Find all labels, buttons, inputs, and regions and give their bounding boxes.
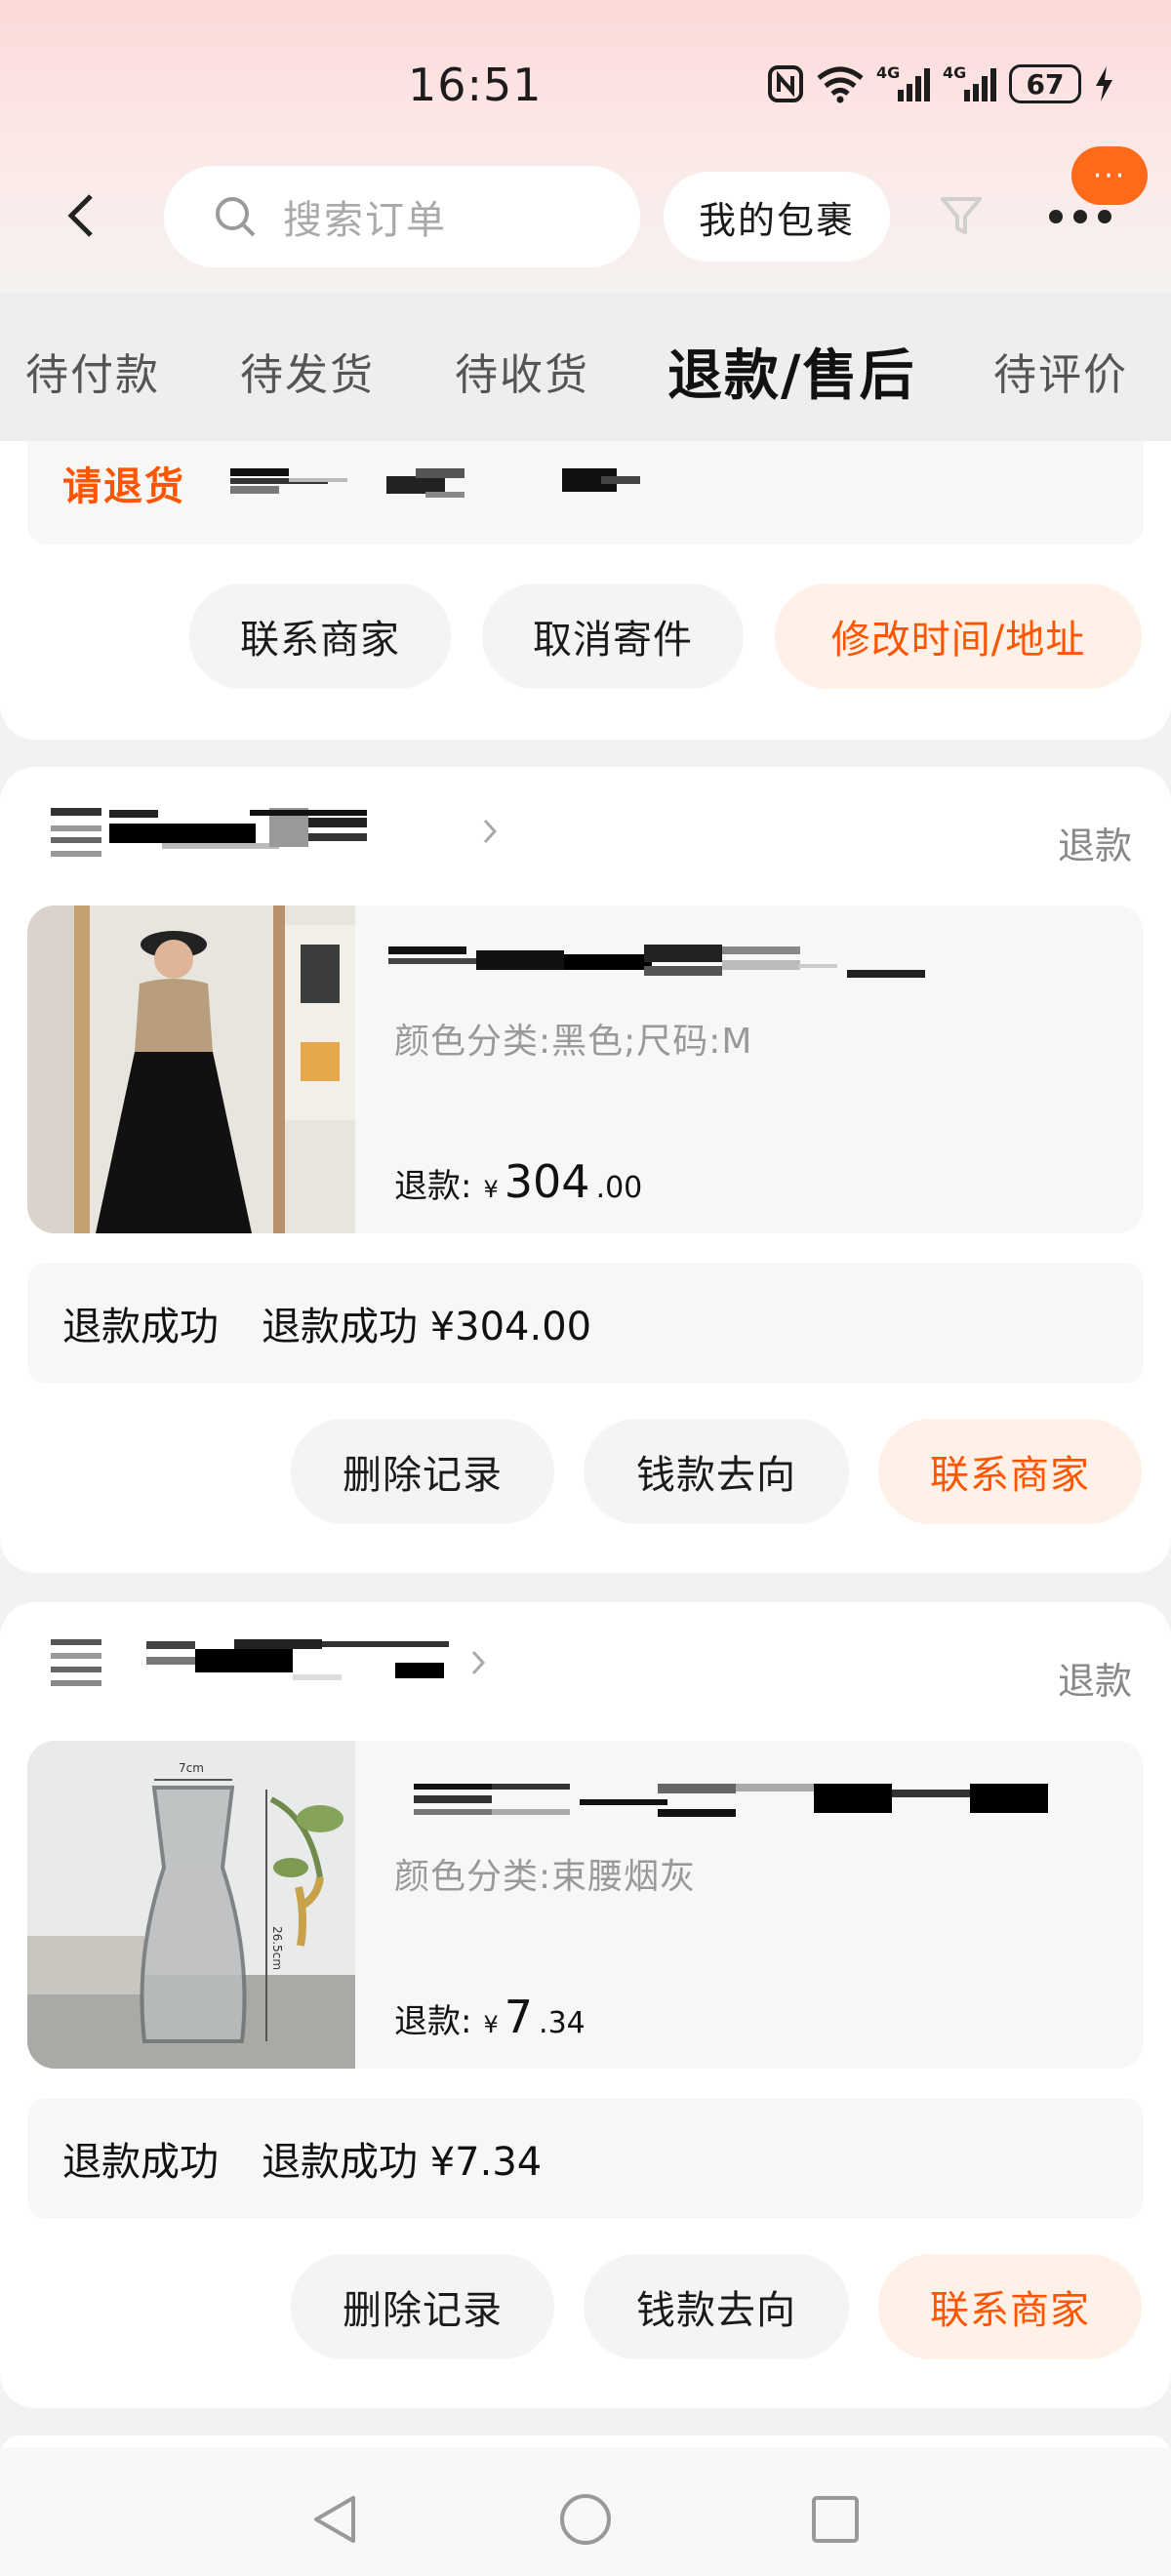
currency-symbol: ¥ — [483, 2011, 499, 2038]
price-decimal: .00 — [595, 1171, 643, 1205]
summary-detail: 退款成功 ¥304.00 — [262, 1305, 592, 1349]
refund-summary[interactable]: 退款成功 退款成功 ¥7.34 — [27, 2098, 1144, 2219]
money-trace-button[interactable]: 钱款去向 — [584, 1419, 849, 1524]
search-placeholder: 搜索订单 — [283, 198, 447, 243]
shop-row[interactable] — [49, 1633, 488, 1692]
shop-row[interactable] — [49, 802, 500, 861]
refund-summary[interactable]: 退款成功 退款成功 ¥304.00 — [27, 1263, 1144, 1384]
net2-label: 4G — [943, 64, 966, 82]
money-trace-button[interactable]: 钱款去向 — [584, 2254, 849, 2359]
refund-label: 退款: — [394, 1167, 472, 1206]
filter-icon[interactable] — [937, 191, 986, 240]
redacted-shop-name — [146, 1639, 449, 1680]
search-input[interactable]: 搜索订单 — [164, 166, 640, 267]
nfc-icon — [768, 65, 803, 102]
order-status: 退款 — [1057, 1660, 1132, 1703]
status-icons: 4G 4G 67 — [767, 62, 1114, 105]
back-button[interactable] — [57, 191, 105, 240]
delete-record-button[interactable]: 删除记录 — [291, 1419, 554, 1524]
image-width-label: 7cm — [179, 1761, 204, 1775]
order-status: 退款 — [1057, 825, 1132, 867]
tab-pending-shipment[interactable]: 待发货 — [240, 340, 375, 402]
signal-4g-icon-2: 4G — [943, 64, 996, 101]
summary-status: 退款成功 — [62, 1305, 219, 1349]
modify-time-address-button[interactable]: 修改时间/地址 — [775, 584, 1142, 689]
price-integer: 304 — [504, 1155, 590, 1208]
message-badge[interactable]: ··· — [1071, 146, 1148, 205]
product-sku: 颜色分类:束腰烟灰 — [394, 1857, 697, 1897]
nav-home-icon[interactable] — [558, 2492, 613, 2547]
product-sku: 颜色分类:黑色;尺码:M — [394, 1022, 753, 1062]
image-height-label: 26.5cm — [270, 1926, 284, 1970]
tab-refund-aftersale[interactable]: 退款/售后 — [667, 332, 915, 411]
product-image: 7cm 26.5cm — [27, 1741, 355, 2069]
nav-recents-icon[interactable] — [810, 2494, 861, 2545]
refund-amount: 退款: ¥ 7.34 — [394, 1991, 586, 2043]
chevron-right-icon — [483, 819, 498, 844]
wifi-icon — [817, 66, 864, 103]
product-item[interactable]: 颜色分类:黑色;尺码:M 退款: ¥ 304.00 — [27, 906, 1144, 1233]
product-item[interactable]: 7cm 26.5cm 颜色分类:束腰烟灰 退款: ¥ 7.34 — [27, 1741, 1144, 2069]
status-bar: 16:51 4G 4G 67 — [0, 0, 1171, 166]
summary-detail: 退款成功 ¥7.34 — [262, 2140, 543, 2185]
price-decimal: .34 — [539, 2006, 586, 2040]
return-status-box: 请退货 — [27, 441, 1144, 544]
contact-seller-button[interactable]: 联系商家 — [189, 584, 451, 689]
currency-symbol: ¥ — [483, 1176, 499, 1203]
price-integer: 7 — [504, 1991, 534, 2043]
status-time: 16:51 — [408, 59, 543, 111]
my-packages-button[interactable]: 我的包裹 — [664, 172, 890, 262]
charging-icon — [1096, 66, 1112, 101]
return-status-label: 请退货 — [62, 464, 185, 509]
redacted-text — [230, 468, 640, 498]
redacted-shop-name — [109, 808, 367, 849]
order-card: 退款 7cm 26.5cm 颜色分类:束腰烟灰 退款: ¥ 7 .34 退款成功… — [0, 1602, 1171, 2408]
battery-indicator: 67 — [1009, 64, 1081, 103]
chevron-right-icon — [471, 1650, 486, 1675]
chevron-left-icon — [67, 194, 93, 237]
signal-4g-icon: 4G — [876, 64, 930, 101]
tab-pending-receipt[interactable]: 待收货 — [455, 340, 589, 402]
order-card: 退款 颜色分类:黑色;尺码:M 退款: ¥ 304.00 退款成功 退款成功 ¥… — [0, 767, 1171, 1573]
cancel-pickup-button[interactable]: 取消寄件 — [482, 584, 744, 689]
return-order-card: 请退货 联系商家 取消寄件 修改时间/地址 — [0, 441, 1171, 740]
net1-label: 4G — [876, 64, 900, 82]
redacted-product-title — [388, 945, 925, 978]
search-icon — [216, 197, 256, 237]
redacted-product-title — [414, 1784, 1048, 1817]
tab-pending-payment[interactable]: 待付款 — [25, 340, 160, 402]
summary-status: 退款成功 — [62, 2140, 219, 2185]
tab-pending-review[interactable]: 待评价 — [993, 340, 1128, 402]
nav-back-icon[interactable] — [310, 2492, 359, 2547]
refund-amount: 退款: ¥ 304.00 — [394, 1155, 642, 1208]
system-navigation-bar — [0, 2447, 1171, 2576]
product-image — [27, 906, 355, 1233]
contact-seller-button[interactable]: 联系商家 — [878, 1419, 1142, 1524]
shop-icon — [51, 1639, 101, 1686]
delete-record-button[interactable]: 删除记录 — [291, 2254, 554, 2359]
shop-icon — [51, 808, 101, 857]
contact-seller-button[interactable]: 联系商家 — [878, 2254, 1142, 2359]
order-tabs: 待付款 待发货 待收货 退款/售后 待评价 — [0, 293, 1171, 441]
refund-label: 退款: — [394, 2002, 472, 2041]
